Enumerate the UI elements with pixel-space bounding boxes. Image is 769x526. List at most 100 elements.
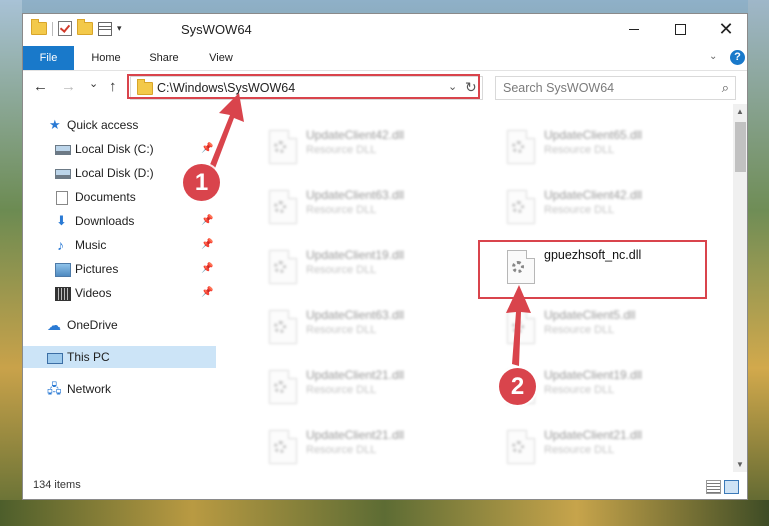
sidebar-item-this-pc[interactable]: This PC <box>23 346 216 368</box>
scroll-down-icon[interactable]: ▼ <box>736 460 744 469</box>
help-icon[interactable]: ? <box>730 50 745 65</box>
dll-file-icon <box>507 190 535 224</box>
gear-icon <box>512 441 524 453</box>
file-item[interactable]: UpdateClient63.dll Resource DLL <box>234 182 464 238</box>
close-button[interactable]: ✕ <box>703 14 747 44</box>
drive-icon <box>55 169 71 179</box>
pin-icon[interactable]: 📌 <box>201 234 213 256</box>
sidebar-item-quick-access[interactable]: ★ Quick access <box>23 114 216 136</box>
sidebar-item-label: Local Disk (C:) <box>75 142 154 156</box>
pictures-icon <box>55 263 71 277</box>
search-placeholder[interactable]: Search SysWOW64 <box>503 81 614 95</box>
sidebar-item-local-disk-c[interactable]: Local Disk (C:) 📌 <box>23 138 216 160</box>
tab-file[interactable]: File <box>23 46 74 70</box>
file-name: UpdateClient63.dll <box>306 188 405 202</box>
file-item-gpuezhsoft-nc-dll[interactable]: gpuezhsoft_nc.dll <box>472 242 702 298</box>
sidebar-item-downloads[interactable]: ⬇ Downloads 📌 <box>23 210 216 232</box>
dll-file-icon <box>269 250 297 284</box>
pin-icon[interactable]: 📌 <box>201 210 213 232</box>
maximize-button[interactable] <box>657 14 703 44</box>
recent-locations-icon[interactable]: ⌄ <box>89 77 98 90</box>
dll-file-icon <box>269 430 297 464</box>
close-icon: ✕ <box>718 19 734 39</box>
file-name: UpdateClient21.dll <box>306 428 405 442</box>
downloads-icon: ⬇ <box>56 213 67 228</box>
tab-view[interactable]: View <box>198 46 244 70</box>
sidebar-item-pictures[interactable]: Pictures 📌 <box>23 258 216 280</box>
search-box[interactable]: Search SysWOW64 ⌕ <box>495 76 736 100</box>
customize-icon[interactable] <box>98 21 112 36</box>
step-2-badge: 2 <box>499 368 536 405</box>
tab-share[interactable]: Share <box>141 46 187 70</box>
file-item[interactable]: UpdateClient65.dll Resource DLL <box>472 122 702 178</box>
properties-check-icon[interactable] <box>58 21 72 36</box>
file-item[interactable]: UpdateClient42.dll Resource DLL <box>234 122 464 178</box>
sidebar-item-label: Quick access <box>67 118 139 132</box>
dll-file-icon <box>269 130 297 164</box>
gear-icon <box>274 381 286 393</box>
folder-icon[interactable] <box>31 19 47 35</box>
pin-icon[interactable]: 📌 <box>201 138 213 160</box>
gear-icon <box>274 441 286 453</box>
dll-file-icon <box>507 130 535 164</box>
scroll-up-icon[interactable]: ▲ <box>736 107 744 116</box>
file-item[interactable]: UpdateClient21.dll Resource DLL <box>472 422 702 472</box>
large-icons-view-icon[interactable] <box>724 480 739 494</box>
new-folder-icon[interactable] <box>77 19 93 35</box>
forward-arrow-icon[interactable]: → <box>61 78 76 95</box>
file-item[interactable]: UpdateClient19.dll Resource DLL <box>234 242 464 298</box>
sidebar-item-videos[interactable]: Videos 📌 <box>23 282 216 304</box>
file-name: UpdateClient19.dll <box>306 248 405 262</box>
dll-file-icon <box>507 250 535 284</box>
sidebar-item-music[interactable]: ♪ Music 📌 <box>23 234 216 256</box>
gear-icon <box>512 201 524 213</box>
network-icon: 🖧 <box>47 381 62 396</box>
file-name: UpdateClient21.dll <box>306 368 405 382</box>
address-dropdown-icon[interactable]: ⌄ <box>448 80 457 93</box>
sidebar-item-label: Documents <box>75 190 136 204</box>
sidebar-item-label: Network <box>67 382 112 396</box>
file-type: Resource DLL <box>306 384 377 396</box>
details-view-icon[interactable] <box>706 480 721 494</box>
file-name: UpdateClient5.dll <box>544 308 636 322</box>
up-arrow-icon[interactable]: ↑ <box>109 78 117 95</box>
sidebar-item-network[interactable]: 🖧 Network <box>23 378 216 400</box>
file-name: UpdateClient21.dll <box>544 428 643 442</box>
file-name: UpdateClient63.dll <box>306 308 405 322</box>
file-item[interactable]: UpdateClient63.dll Resource DLL <box>234 302 464 358</box>
file-type: Resource DLL <box>544 144 615 156</box>
tab-home[interactable]: Home <box>83 46 129 70</box>
toolbar-divider <box>52 21 53 36</box>
scrollbar-thumb[interactable] <box>735 122 746 172</box>
search-icon[interactable]: ⌕ <box>722 80 729 96</box>
this-pc-icon <box>47 353 63 364</box>
music-icon: ♪ <box>57 237 64 253</box>
vertical-scrollbar[interactable]: ▲ ▼ <box>733 104 747 472</box>
pin-icon[interactable]: 📌 <box>201 258 213 280</box>
refresh-icon[interactable]: ↻ <box>465 79 477 96</box>
sidebar-item-label: Local Disk (D:) <box>75 166 154 180</box>
file-type: Resource DLL <box>544 204 615 216</box>
address-path[interactable]: C:\Windows\SysWOW64 <box>157 81 295 95</box>
file-item[interactable]: UpdateClient42.dll Resource DLL <box>472 182 702 238</box>
file-item[interactable]: UpdateClient21.dll Resource DLL <box>234 422 464 472</box>
minimize-button[interactable] <box>611 14 657 44</box>
sidebar-item-label: Downloads <box>75 214 135 228</box>
back-arrow-icon[interactable]: ← <box>33 78 48 95</box>
chevron-down-icon[interactable]: ▾ <box>117 23 122 34</box>
file-type: Resource DLL <box>306 324 377 336</box>
gear-icon <box>274 201 286 213</box>
pin-icon[interactable]: 📌 <box>201 282 213 304</box>
file-type: Resource DLL <box>306 144 377 156</box>
star-icon: ★ <box>49 117 61 132</box>
dll-file-icon <box>507 310 535 344</box>
sidebar-item-label: Videos <box>75 286 112 300</box>
sidebar-item-label: This PC <box>67 350 110 364</box>
dll-file-icon <box>269 310 297 344</box>
sidebar-item-onedrive[interactable]: ☁ OneDrive <box>23 314 216 336</box>
file-item[interactable]: UpdateClient5.dll Resource DLL <box>472 302 702 358</box>
expand-ribbon-icon[interactable]: ⌄ <box>709 51 717 62</box>
address-bar[interactable]: C:\Windows\SysWOW64 ⌄ ↻ <box>130 76 483 100</box>
file-item[interactable]: UpdateClient21.dll Resource DLL <box>234 362 464 418</box>
file-type: Resource DLL <box>544 384 615 396</box>
